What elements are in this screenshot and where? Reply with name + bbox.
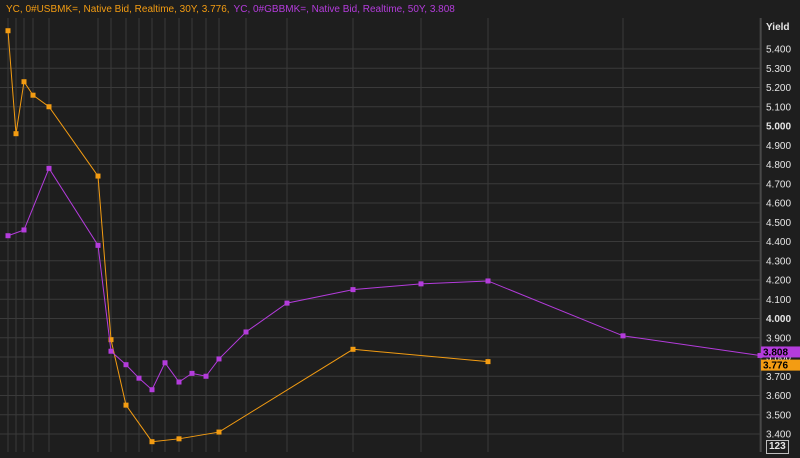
y-tick-label: 4.000 — [766, 314, 791, 325]
y-tick-label: 5.000 — [766, 122, 791, 133]
data-point[interactable] — [176, 379, 182, 385]
y-tick-label: 3.500 — [766, 410, 791, 421]
last-value-tag-gb: 3.808 — [763, 347, 788, 358]
data-point[interactable] — [30, 92, 36, 98]
data-point[interactable] — [123, 362, 129, 368]
legend-series-us: YC, 0#USBMK=, Native Bid, Realtime, 30Y,… — [6, 4, 230, 15]
last-value-tag-us: 3.776 — [763, 361, 788, 372]
y-tick-label: 4.300 — [766, 256, 791, 267]
data-point[interactable] — [13, 131, 19, 137]
data-point[interactable] — [46, 104, 52, 110]
y-tick-label: 3.700 — [766, 372, 791, 383]
data-point[interactable] — [108, 348, 114, 354]
y-tick-label: 5.100 — [766, 102, 791, 113]
data-point[interactable] — [418, 281, 424, 287]
yield-curve-chart: 3.400 3.500 3.600 3.700 3.800 3.900 4.000 4.100… — [0, 0, 800, 458]
data-point[interactable] — [203, 373, 209, 379]
data-point[interactable] — [485, 359, 491, 365]
data-point[interactable] — [149, 387, 155, 393]
data-point[interactable] — [350, 346, 356, 352]
data-point[interactable] — [5, 28, 11, 34]
data-point[interactable] — [284, 300, 290, 306]
y-tick-label: 4.800 — [766, 160, 791, 171]
y-axis: 3.4003.5003.6003.7003.8003.9004.0004.100… — [760, 18, 791, 452]
y-tick-label: 5.200 — [766, 83, 791, 94]
y-tick-label: 4.500 — [766, 218, 791, 229]
legend-series-gb: YC, 0#GBBMK=, Native Bid, Realtime, 50Y,… — [233, 4, 455, 15]
y-tick-label: 5.300 — [766, 64, 791, 75]
data-point[interactable] — [243, 329, 249, 335]
data-point[interactable] — [162, 360, 168, 366]
y-tick-label: 4.600 — [766, 199, 791, 210]
y-tick-label: 3.600 — [766, 391, 791, 402]
y-tick-label: 4.200 — [766, 276, 791, 287]
data-point[interactable] — [216, 429, 222, 435]
y-tick-label: 3.400 — [766, 430, 791, 441]
data-point[interactable] — [95, 173, 101, 179]
y-tick-label: 5.400 — [766, 45, 791, 56]
data-point[interactable] — [149, 439, 155, 445]
series-layer — [5, 28, 763, 445]
data-point[interactable] — [350, 287, 356, 293]
data-point[interactable] — [95, 242, 101, 248]
scale-badge[interactable]: 123 — [766, 440, 789, 454]
data-point[interactable] — [189, 370, 195, 376]
series-line-us — [7, 30, 489, 443]
y-tick-label: 4.100 — [766, 295, 791, 306]
data-point[interactable] — [5, 233, 11, 239]
data-point[interactable] — [620, 333, 626, 339]
data-point[interactable] — [136, 375, 142, 381]
data-point[interactable] — [123, 402, 129, 408]
y-tick-label: 4.700 — [766, 179, 791, 190]
grid — [0, 18, 761, 452]
y-tick-label: 4.900 — [766, 141, 791, 152]
data-point[interactable] — [216, 356, 222, 362]
legend: YC, 0#USBMK=, Native Bid, Realtime, 30Y,… — [6, 4, 459, 15]
y-tick-label: 4.400 — [766, 237, 791, 248]
data-point[interactable] — [46, 165, 52, 171]
data-point[interactable] — [485, 278, 491, 284]
data-point[interactable] — [21, 79, 27, 85]
y-axis-label: Yield — [766, 22, 790, 33]
data-point[interactable] — [176, 436, 182, 442]
data-point[interactable] — [21, 227, 27, 233]
y-tick-label: 3.900 — [766, 333, 791, 344]
chart-canvas: 3.4003.5003.6003.7003.8003.9004.0004.100… — [0, 18, 800, 452]
